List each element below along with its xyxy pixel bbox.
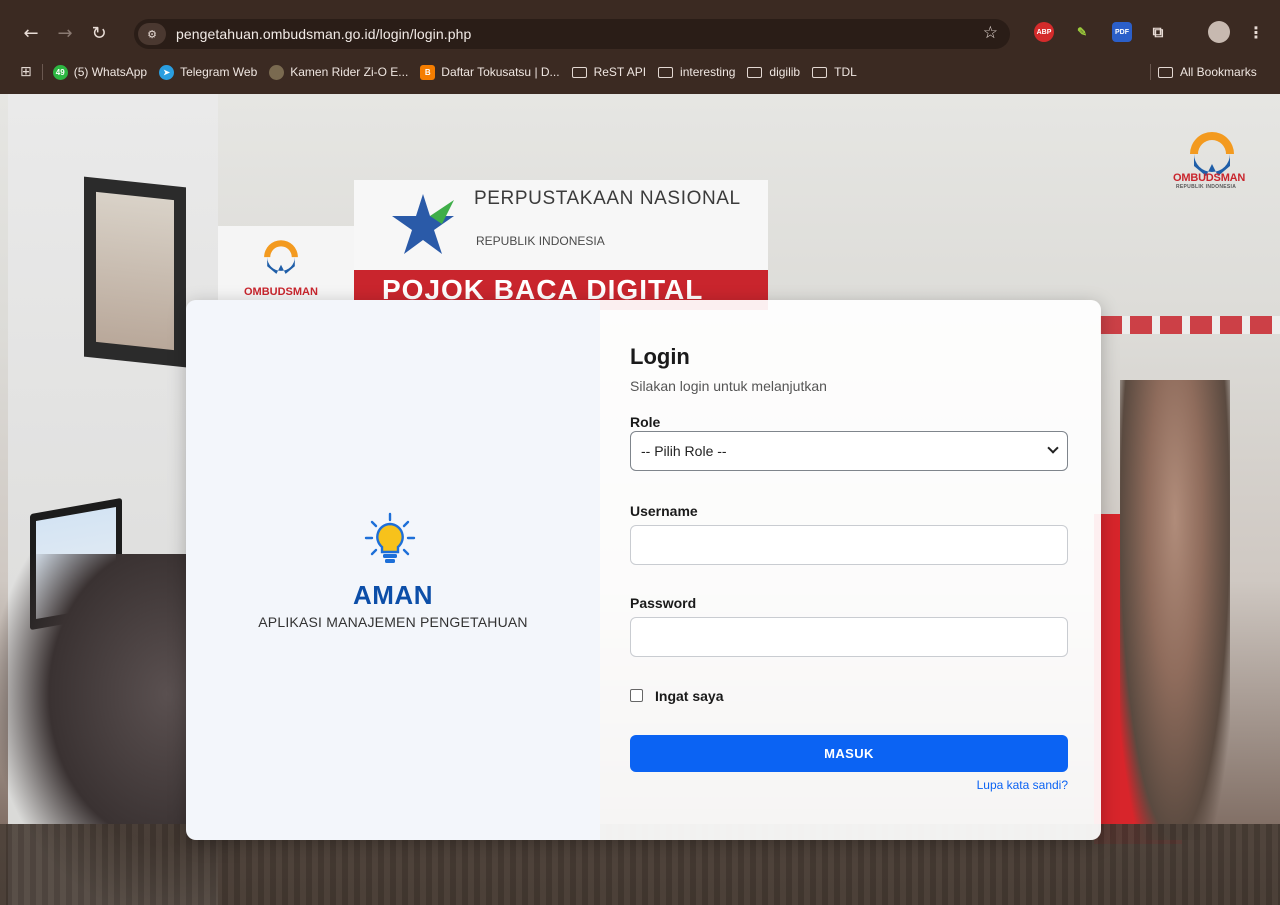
bookmark-star-icon[interactable]: ☆	[983, 23, 998, 43]
all-bookmarks[interactable]: All Bookmarks	[1158, 65, 1257, 79]
site-icon	[269, 64, 285, 80]
bookmark-label: (5) WhatsApp	[73, 65, 148, 79]
form-subtitle: Silakan login untuk melanjutkan	[630, 378, 827, 394]
role-select-value: -- Pilih Role --	[641, 443, 727, 459]
password-label: Password	[630, 595, 697, 611]
folder-icon	[747, 66, 763, 78]
bookmarks-divider	[41, 64, 43, 80]
remember-me-checkbox[interactable]	[630, 689, 643, 702]
forward-icon[interactable]: →	[50, 18, 80, 48]
blogger-icon: B	[420, 64, 436, 80]
role-label: Role	[630, 414, 661, 430]
bookmark-label: Kamen Rider Zi-O E...	[290, 65, 409, 79]
username-input[interactable]	[630, 525, 1068, 565]
bookmark-folder-digilib[interactable]: digilib	[747, 65, 800, 79]
menu-kebab-icon[interactable]: ⋮	[1246, 22, 1266, 42]
extension-icon[interactable]: ✎	[1072, 22, 1092, 42]
username-label: Username	[630, 503, 698, 519]
reload-icon[interactable]: ↻	[84, 18, 114, 48]
forgot-password-link[interactable]: Lupa kata sandi?	[886, 778, 1068, 792]
bg-bunting	[1100, 316, 1280, 334]
page-background: OMBUDSMAN PERPUSTAKAAN NASIONAL REPUBLIK…	[0, 94, 1280, 905]
ombudsman-logo-text: OMBUDSMAN	[1173, 172, 1246, 184]
bookmark-label: digilib	[769, 65, 801, 79]
bg-picture	[96, 191, 174, 351]
form-title: Login	[630, 344, 690, 369]
role-select[interactable]: -- Pilih Role --	[630, 431, 1068, 471]
ombudsman-logo-subtext: REPUBLIK INDONESIA	[1176, 184, 1237, 190]
folder-icon	[1158, 66, 1173, 78]
chevron-down-icon	[1047, 442, 1059, 454]
bg-sign-title: PERPUSTAKAAN NASIONAL	[474, 188, 741, 209]
whatsapp-icon: 49	[52, 64, 68, 80]
brand-panel: AMAN APLIKASI MANAJEMEN PENGETAHUAN	[186, 300, 600, 840]
bookmark-label: ReST API	[593, 65, 647, 79]
bookmarks-divider	[1150, 64, 1151, 80]
bookmark-label: TDL	[834, 65, 857, 79]
login-card: AMAN APLIKASI MANAJEMEN PENGETAHUAN Logi…	[186, 300, 1101, 840]
extensions-puzzle-icon[interactable]: ⧉	[1148, 22, 1168, 42]
folder-icon	[812, 66, 828, 78]
app-tagline: APLIKASI MANAJEMEN PENGETAHUAN	[258, 614, 528, 630]
bg-sign-subtitle: REPUBLIK INDONESIA	[476, 234, 605, 248]
telegram-icon: ➤	[159, 64, 175, 80]
bookmark-folder-tdl[interactable]: TDL	[812, 65, 857, 79]
adblock-extension-icon[interactable]: ABP	[1034, 22, 1054, 42]
bookmark-kamen-rider[interactable]: Kamen Rider Zi-O E...	[269, 64, 409, 80]
all-bookmarks-label: All Bookmarks	[1180, 65, 1257, 79]
back-icon[interactable]: ←	[16, 18, 46, 48]
bookmark-folder-interesting[interactable]: interesting	[658, 65, 735, 79]
app-name: AMAN	[353, 580, 433, 610]
bookmark-label: interesting	[680, 65, 736, 79]
pdf-extension-icon[interactable]: PDF	[1112, 22, 1132, 42]
url-bar[interactable]: ⚙ pengetahuan.ombudsman.go.id/login/logi…	[134, 19, 1010, 49]
bg-ombudsman-sign-text: OMBUDSMAN	[244, 286, 318, 298]
url-text: pengetahuan.ombudsman.go.id/login/login.…	[176, 26, 472, 42]
bookmark-tokusatsu[interactable]: B Daftar Tokusatsu | D...	[420, 64, 560, 80]
bg-person	[1120, 380, 1230, 840]
bookmark-whatsapp[interactable]: 49 (5) WhatsApp	[52, 64, 148, 80]
site-settings-icon[interactable]: ⚙	[138, 23, 166, 45]
folder-icon	[571, 66, 587, 78]
bookmark-label: Telegram Web	[180, 65, 258, 79]
password-input[interactable]	[630, 617, 1068, 657]
perpusnas-star-logo	[392, 194, 454, 254]
ombudsman-logo	[1190, 132, 1234, 176]
lightbulb-icon	[364, 512, 416, 563]
bookmarks-bar: ⊞ 49 (5) WhatsApp ➤ Telegram Web Kamen R…	[0, 58, 1280, 86]
folder-icon	[658, 66, 674, 78]
profile-avatar[interactable]	[1208, 21, 1230, 43]
login-submit-button[interactable]: MASUK	[630, 735, 1068, 772]
apps-grid-icon[interactable]: ⊞	[20, 64, 32, 80]
bookmark-label: Daftar Tokusatsu | D...	[441, 65, 560, 79]
bookmark-telegram[interactable]: ➤ Telegram Web	[159, 64, 258, 80]
ombudsman-logo-bg	[264, 240, 298, 274]
bookmark-folder-rest-api[interactable]: ReST API	[571, 65, 647, 79]
remember-me-label[interactable]: Ingat saya	[655, 688, 723, 704]
browser-chrome: ← → ↻ ⚙ pengetahuan.ombudsman.go.id/logi…	[0, 0, 1280, 94]
